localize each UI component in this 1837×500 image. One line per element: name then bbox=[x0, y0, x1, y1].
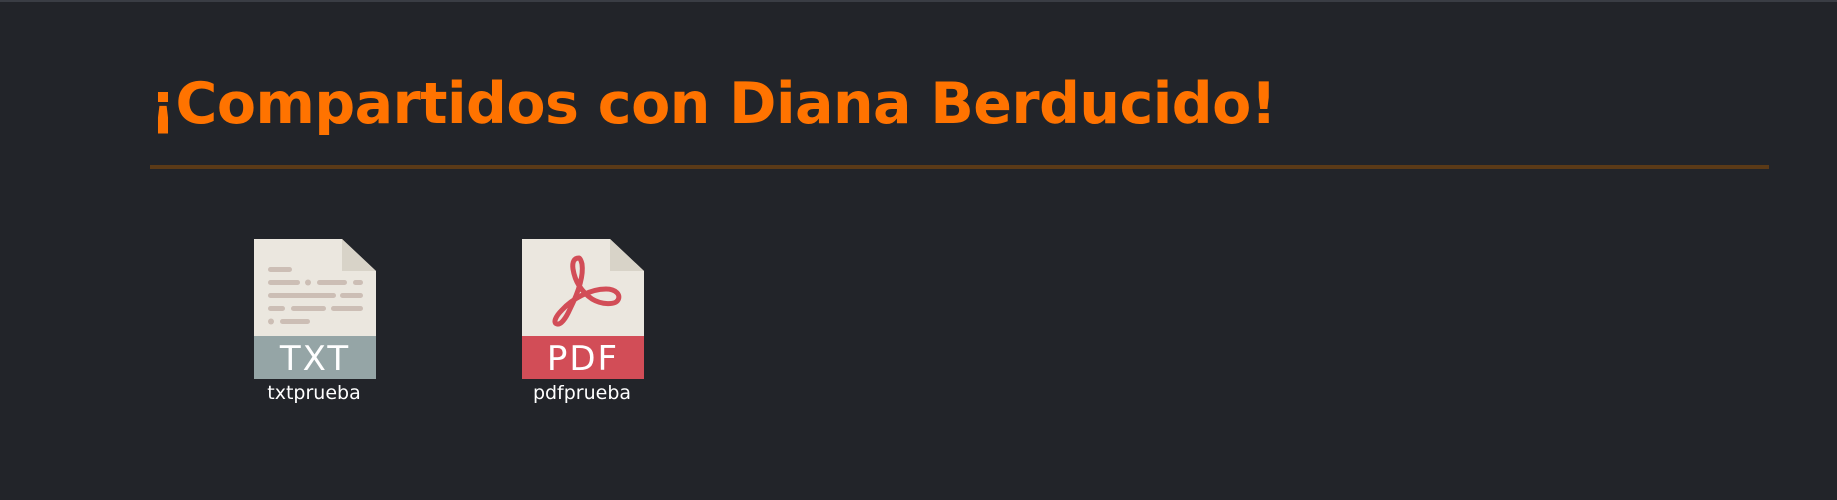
txt-file-icon: TXT bbox=[254, 239, 376, 379]
top-border bbox=[0, 0, 1837, 2]
file-name[interactable]: txtprueba bbox=[224, 382, 404, 404]
pdf-file-icon: PDF bbox=[522, 239, 644, 379]
pdf-badge-label: PDF bbox=[547, 339, 619, 379]
title-divider bbox=[150, 165, 1769, 169]
shared-file-pdfprueba[interactable]: PDF pdfprueba bbox=[492, 239, 672, 405]
page-title: ¡Compartidos con Diana Berducido! bbox=[150, 71, 1277, 137]
shared-file-txtprueba[interactable]: TXT txtprueba bbox=[224, 239, 404, 405]
txt-badge-label: TXT bbox=[279, 339, 350, 379]
file-name[interactable]: pdfprueba bbox=[492, 382, 672, 404]
